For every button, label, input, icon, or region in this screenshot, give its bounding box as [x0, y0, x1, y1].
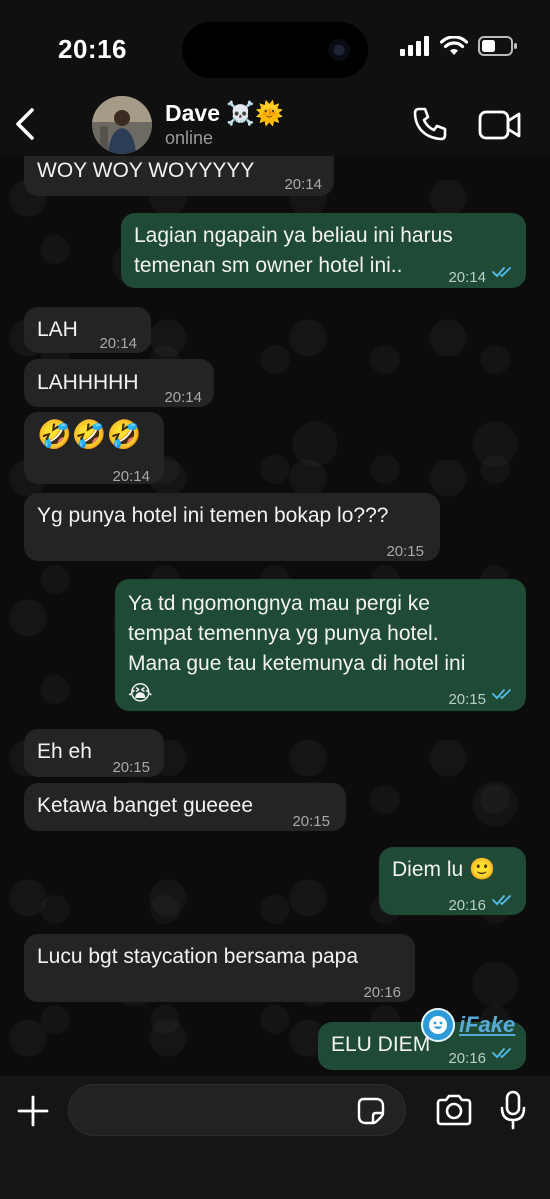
- message-text: Ketawa banget gueeee: [37, 794, 254, 817]
- status-icons: [400, 36, 518, 56]
- signal-icon: [400, 36, 429, 56]
- watermark-text: iFake: [459, 1012, 516, 1037]
- read-receipt-icon: [492, 895, 511, 906]
- message-bubble[interactable]: Eh eh 20:15: [24, 729, 164, 777]
- wifi-icon: [440, 36, 468, 55]
- message-bubble[interactable]: WOY WOY WOYYYYY 20:14: [24, 156, 334, 196]
- status-bar: 20:16: [0, 0, 550, 96]
- message-time: 20:14: [284, 176, 322, 193]
- message-text: Diem lu 🙂: [392, 858, 496, 881]
- message-text: LAH: [37, 318, 78, 341]
- phone-icon[interactable]: [410, 104, 450, 144]
- message-text: Lucu bgt staycation bersama papa: [37, 945, 359, 968]
- chat-area[interactable]: WOY WOY WOYYYYY 20:14 Lagian ngapain ya …: [0, 156, 550, 1076]
- message-bubble[interactable]: Lucu bgt staycation bersama papa 20:16: [24, 934, 415, 1002]
- input-bar: [0, 1076, 550, 1199]
- status-time: 20:16: [58, 34, 127, 64]
- read-receipt-icon: [492, 689, 511, 700]
- microphone-icon[interactable]: [500, 1090, 526, 1130]
- message-text: LAHHHHH: [37, 371, 139, 394]
- message-bubble[interactable]: Ketawa banget gueeee 20:15: [24, 783, 346, 831]
- message-text: ELU DIEM: [331, 1033, 431, 1056]
- chat-header: Dave ☠️🌞 online: [0, 96, 550, 156]
- message-time: 20:16: [448, 897, 486, 914]
- avatar-photo: [92, 96, 152, 154]
- plus-icon[interactable]: [16, 1094, 50, 1128]
- message-time: 20:14: [99, 335, 137, 352]
- message-time: 20:15: [448, 691, 486, 708]
- sticker-icon[interactable]: [356, 1096, 386, 1126]
- message-time: 20:16: [363, 984, 401, 1001]
- front-camera-icon: [328, 39, 350, 61]
- message-bubble[interactable]: Diem lu 🙂 20:16: [379, 847, 526, 915]
- message-bubble[interactable]: 🤣🤣🤣 20:14: [24, 412, 164, 485]
- camera-icon[interactable]: [434, 1092, 474, 1128]
- avatar[interactable]: [92, 96, 152, 154]
- contact-name[interactable]: Dave ☠️🌞: [165, 100, 284, 127]
- message-time: 20:15: [292, 813, 330, 830]
- message-bubble[interactable]: LAHHHHH 20:14: [24, 359, 214, 407]
- message-bubble[interactable]: LAH 20:14: [24, 307, 151, 353]
- message-text: Eh eh: [37, 740, 92, 763]
- contact-status: online: [165, 128, 214, 148]
- message-bubble[interactable]: Ya td ngomongnya mau pergi ke tempat tem…: [115, 579, 526, 711]
- message-bubble[interactable]: Yg punya hotel ini temen bokap lo??? 20:…: [24, 493, 440, 561]
- message-time: 20:14: [164, 389, 202, 406]
- message-bubble[interactable]: Lagian ngapain ya beliau ini harus temen…: [121, 213, 526, 288]
- ifake-logo-icon: [421, 1008, 455, 1042]
- message-time: 20:14: [112, 468, 150, 485]
- read-receipt-icon: [492, 267, 511, 278]
- read-receipt-icon: [492, 1048, 511, 1059]
- video-camera-icon[interactable]: [478, 108, 522, 142]
- chevron-left-icon[interactable]: [10, 102, 42, 146]
- message-time: 20:14: [448, 269, 486, 286]
- dynamic-island: [182, 22, 368, 78]
- message-time: 20:15: [386, 543, 424, 560]
- message-text: WOY WOY WOYYYYY: [37, 159, 255, 182]
- message-text: 🤣🤣🤣: [37, 419, 142, 450]
- watermark: iFake: [421, 1008, 515, 1042]
- battery-icon: [478, 36, 517, 56]
- message-time: 20:15: [112, 759, 150, 776]
- message-time: 20:16: [448, 1050, 486, 1067]
- message-text: Yg punya hotel ini temen bokap lo???: [37, 504, 389, 527]
